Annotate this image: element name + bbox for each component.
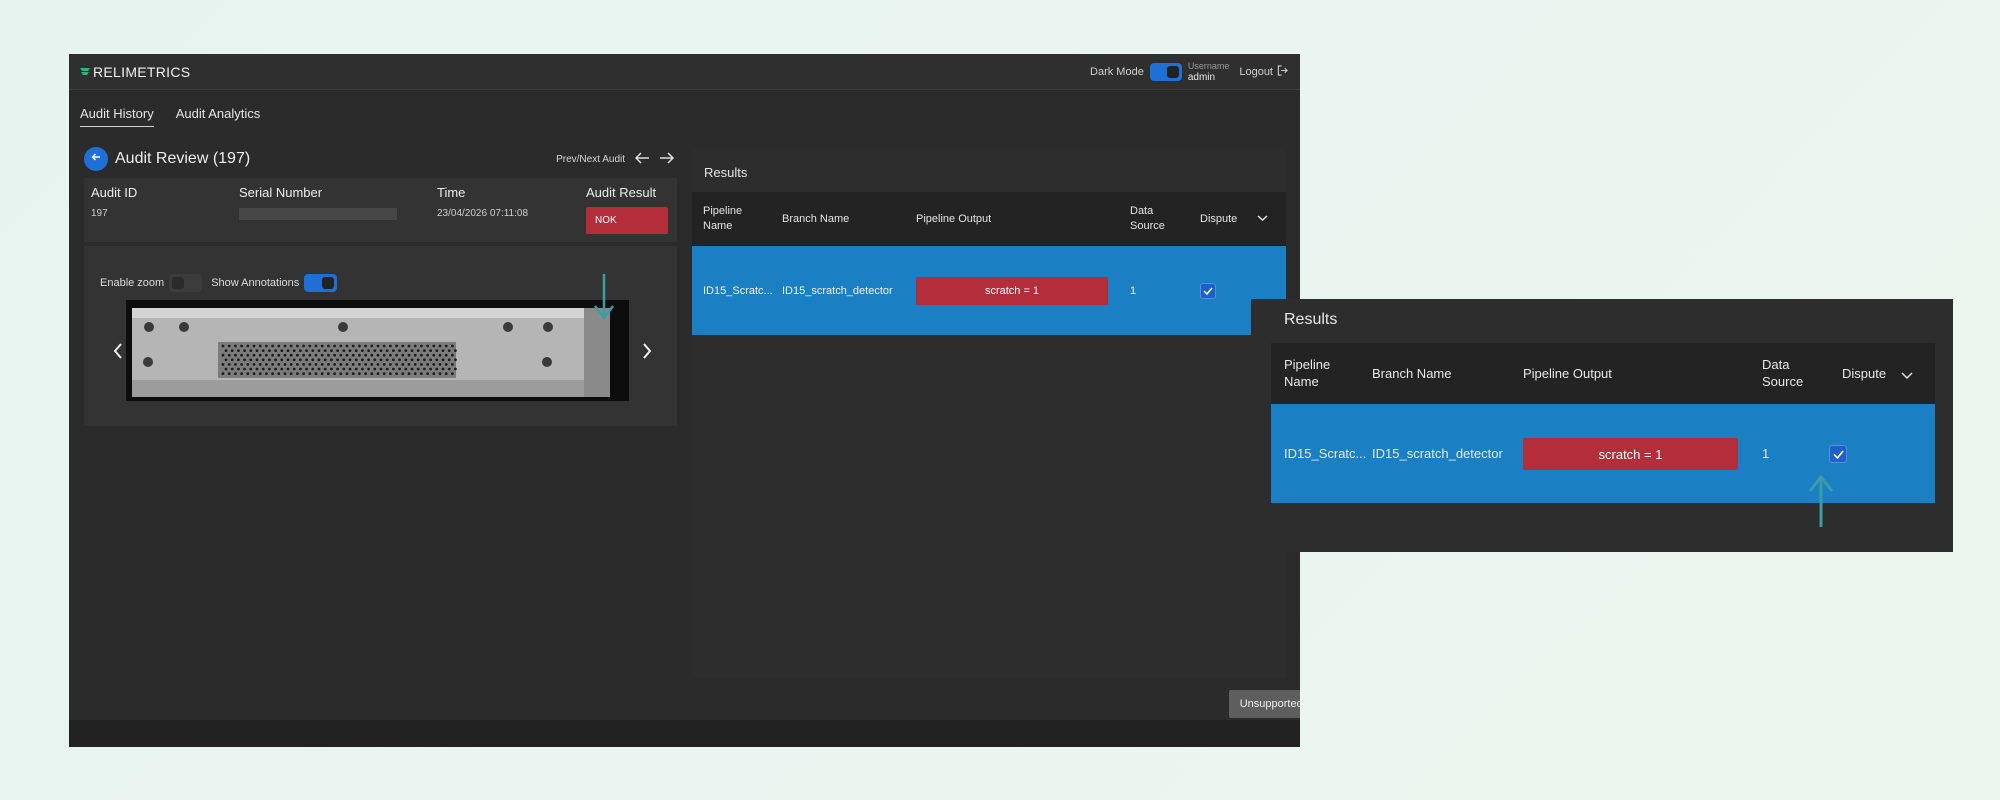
arrow-left-icon[interactable] [634, 151, 650, 168]
data-source-cell: 1 [1130, 284, 1137, 297]
results-table-header-zoom: Pipeline Name Branch Name Pipeline Outpu… [1271, 343, 1935, 404]
carousel-prev-icon[interactable] [110, 336, 126, 366]
audit-id-header: Audit ID [91, 185, 138, 200]
back-arrow-icon [90, 150, 102, 168]
branch-name-cell: ID15_scratch_detector [1372, 446, 1503, 461]
logout-icon [1277, 64, 1288, 79]
logo[interactable]: RELIMETRICS [79, 64, 190, 80]
logo-icon [79, 66, 91, 78]
prev-next-label: Prev/Next Audit [556, 153, 625, 165]
audit-info: Audit ID 197 Serial Number Time 23/04/20… [84, 178, 677, 242]
time-header: Time [437, 185, 466, 200]
col-branch-name: Branch Name [782, 212, 850, 225]
col-branch-name: Branch Name [1372, 366, 1452, 381]
dark-mode-toggle[interactable] [1149, 62, 1182, 81]
dispute-checkbox[interactable] [1829, 445, 1847, 463]
app-window: RELIMETRICS Dark Mode Username admin Log… [69, 54, 1300, 747]
user-info: Username admin [1188, 60, 1230, 84]
col-pipeline-output: Pipeline Output [1523, 366, 1612, 381]
review-header: Audit Review (197) Prev/Next Audit [84, 144, 677, 174]
results-table-header: Pipeline Name Branch Name Pipeline Outpu… [692, 192, 1286, 246]
product-image [126, 300, 629, 401]
col-pipeline-output: Pipeline Output [916, 212, 992, 225]
prev-next-nav: Prev/Next Audit [556, 151, 675, 168]
table-row[interactable]: ID15_Scratc... ID15_scratch_detector scr… [692, 246, 1286, 335]
branch-name-cell: ID15_scratch_detector [782, 284, 893, 297]
username-value: admin [1187, 71, 1216, 83]
page-title: Audit Review (197) [115, 150, 251, 167]
annotation-arrow-icon [1806, 473, 1836, 532]
chevron-down-icon[interactable] [1257, 213, 1268, 225]
pipeline-output-badge: scratch = 1 [1523, 438, 1738, 470]
audit-result-header: Audit Result [586, 185, 657, 200]
check-icon [1832, 450, 1844, 459]
col-data-source: Data Source [1130, 204, 1165, 232]
show-annotations-label: Show Annotations [211, 277, 300, 289]
image-viewer: Enable zoom Show Annotations [84, 246, 677, 426]
viewer-controls: Enable zoom Show Annotations [100, 274, 338, 292]
logout-label: Logout [1239, 65, 1273, 78]
col-pipeline-name: Pipeline Name [1284, 357, 1331, 389]
time-value: 23/04/2026 07:11:08 [437, 208, 529, 219]
results-title: Results [704, 165, 748, 180]
col-pipeline-name: Pipeline Name [703, 204, 743, 232]
logout-button[interactable]: Logout [1239, 64, 1288, 79]
pipeline-name-cell: ID15_Scratc... [703, 284, 773, 297]
pipeline-name-cell: ID15_Scratc... [1284, 446, 1367, 461]
tab-audit-history[interactable]: Audit History [80, 102, 154, 127]
enable-zoom-label: Enable zoom [100, 277, 165, 289]
back-button[interactable] [84, 147, 108, 171]
username-label: Username [1187, 60, 1230, 71]
pipeline-output-badge: scratch = 1 [916, 276, 1108, 305]
results-panel: Results Pipeline Name Branch Name Pipeli… [692, 148, 1286, 678]
carousel-next-icon[interactable] [639, 336, 655, 366]
logo-text: RELIMETRICS [93, 63, 191, 80]
chevron-down-icon[interactable] [1901, 368, 1913, 383]
results-title-zoom: Results [1284, 311, 1338, 328]
annotation-arrow-icon [592, 274, 616, 327]
nav-tabs: Audit History Audit Analytics [69, 90, 1300, 138]
col-dispute: Dispute [1842, 366, 1887, 381]
tab-audit-analytics[interactable]: Audit Analytics [176, 102, 261, 126]
check-icon [1203, 287, 1213, 295]
show-annotations-toggle[interactable] [304, 274, 338, 292]
enable-zoom-toggle[interactable] [169, 274, 203, 292]
topbar-controls: Dark Mode Username admin Logout [1090, 60, 1288, 84]
serial-number-value [239, 208, 397, 220]
col-dispute: Dispute [1200, 212, 1238, 225]
audit-review-panel: Audit Review (197) Prev/Next Audit Audit… [84, 144, 677, 426]
dispute-checkbox[interactable] [1200, 282, 1216, 299]
unsupported-outputs-button[interactable]: Unsupported Outputs [1229, 690, 1300, 718]
audit-id-value: 197 [91, 208, 108, 219]
results-zoom-callout: Results Pipeline Name Branch Name Pipeli… [1251, 299, 1953, 552]
serial-number-header: Serial Number [239, 185, 323, 200]
audit-result-badge: NOK [586, 207, 668, 234]
bottom-bar [69, 720, 1300, 747]
data-source-cell: 1 [1762, 446, 1770, 461]
col-data-source: Data Source [1762, 357, 1804, 389]
top-bar: RELIMETRICS Dark Mode Username admin Log… [69, 54, 1300, 90]
arrow-right-icon[interactable] [659, 151, 675, 168]
dark-mode-label: Dark Mode [1090, 65, 1144, 78]
